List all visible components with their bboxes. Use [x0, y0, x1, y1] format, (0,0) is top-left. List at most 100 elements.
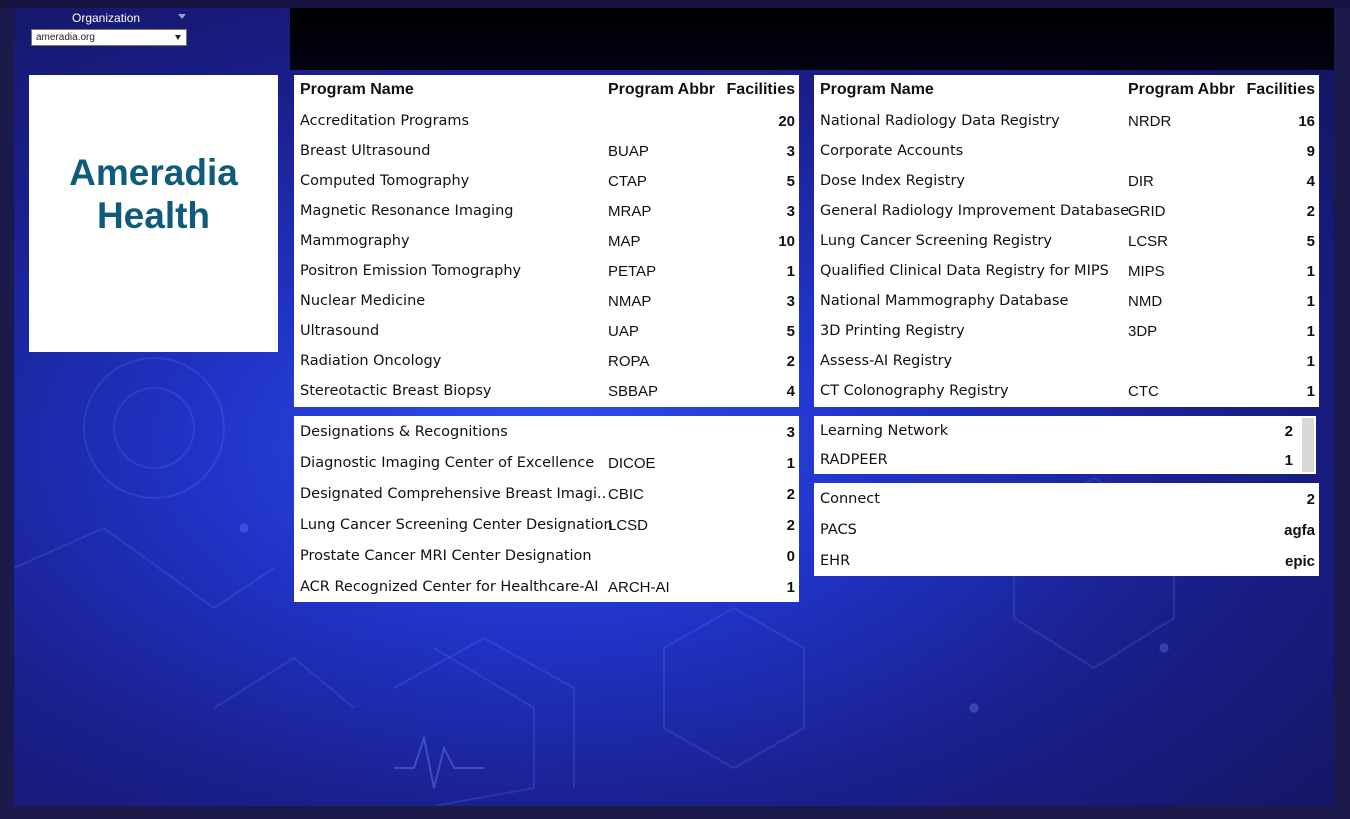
facilities-cell: 3 [786, 143, 795, 160]
facilities-cell: 0 [786, 548, 795, 565]
program-name-cell: Lung Cancer Screening Registry [820, 233, 1052, 249]
program-name-cell: Magnetic Resonance Imaging [300, 203, 514, 219]
program-name-cell: General Radiology Improvement Database [820, 203, 1130, 219]
facilities-cell: epic [1284, 553, 1315, 570]
organization-select[interactable]: ameradia.org [31, 29, 187, 46]
program-name-cell: Positron Emission Tomography [300, 263, 522, 279]
program-name-cell: National Mammography Database [820, 293, 1069, 309]
facilities-cell: agfa [1284, 522, 1315, 539]
header-facilities[interactable]: Facilities [727, 81, 795, 99]
organization-select-value: ameradia.org [36, 32, 95, 43]
facilities-cell: 3 [786, 293, 795, 310]
facilities-cell: 2 [1306, 491, 1315, 508]
program-abbr-cell: CTC [1128, 383, 1159, 400]
program-name-cell: Computed Tomography [300, 173, 470, 189]
logo-line-1: Ameradia [69, 151, 238, 193]
program-name-cell: Accreditation Programs [300, 113, 470, 129]
facilities-cell: 1 [786, 455, 795, 472]
vertical-scrollbar[interactable] [1302, 418, 1314, 472]
program-name-cell: Diagnostic Imaging Center of Excellence [300, 455, 595, 471]
facilities-cell: 1 [1306, 353, 1315, 370]
program-abbr-cell: LCSR [1128, 233, 1169, 250]
program-name-cell: Learning Network [820, 423, 949, 439]
top-frame [0, 0, 1350, 8]
facilities-cell: 4 [1306, 173, 1315, 190]
program-name-cell: Corporate Accounts [820, 143, 964, 159]
program-abbr-cell: DICOE [608, 455, 656, 472]
program-abbr-cell: MRAP [608, 203, 652, 220]
facilities-cell: 1 [1306, 263, 1315, 280]
learning-network-table: Learning Network 2 RADPEER 1 [814, 416, 1316, 474]
facilities-cell: 2 [786, 517, 795, 534]
program-name-cell: PACS [820, 522, 857, 538]
program-abbr-cell: BUAP [608, 143, 649, 160]
program-abbr-cell: CBIC [608, 486, 644, 503]
header-program-abbr[interactable]: Program Abbr [1128, 81, 1235, 99]
program-name-cell: Nuclear Medicine [300, 293, 426, 309]
facilities-cell: 1 [1284, 452, 1293, 469]
program-name-cell: Stereotactic Breast Biopsy [300, 383, 492, 399]
filter-menu-caret-icon[interactable] [178, 14, 186, 19]
registries-table: Program Name Program Abbr Facilities Nat… [814, 75, 1319, 407]
program-abbr-cell: MIPS [1128, 263, 1165, 280]
program-name-cell: Qualified Clinical Data Registry for MIP… [820, 263, 1109, 279]
header-program-name[interactable]: Program Name [300, 81, 414, 99]
header-facilities[interactable]: Facilities [1247, 81, 1315, 99]
program-abbr-cell: UAP [608, 323, 639, 340]
program-name-cell: Mammography [300, 233, 410, 249]
designations-table: Designations & Recognitions 3 Diagnostic I… [294, 416, 799, 602]
facilities-cell: 2 [786, 353, 795, 370]
program-name-cell: 3D Printing Registry [820, 323, 965, 339]
logo-line-2: Health [96, 194, 211, 236]
facilities-cell: 2 [1284, 423, 1293, 440]
facilities-cell: 1 [1306, 323, 1315, 340]
facilities-cell: 5 [786, 323, 795, 340]
program-abbr-cell: SBBAP [608, 383, 659, 400]
program-abbr-cell: ROPA [608, 353, 650, 370]
program-name-cell: Connect [820, 491, 880, 507]
facilities-cell: 5 [786, 173, 795, 190]
facilities-cell: 9 [1306, 143, 1315, 160]
organization-filter-title: Organization [72, 11, 141, 25]
program-name-cell: Lung Cancer Screening Center Designation [300, 517, 613, 533]
program-abbr-cell: LCSD [608, 517, 649, 534]
facilities-cell: 10 [778, 233, 795, 250]
program-name-cell: ACR Recognized Center for Healthcare-AI [300, 579, 599, 595]
program-abbr-cell: CTAP [608, 173, 647, 190]
facilities-cell: 4 [786, 383, 795, 400]
program-abbr-cell: PETAP [608, 263, 657, 280]
program-abbr-cell: 3DP [1128, 323, 1158, 340]
dropdown-arrow-icon[interactable] [175, 35, 181, 40]
program-name-cell: Designations & Recognitions [300, 424, 508, 440]
facilities-cell: 3 [786, 203, 795, 220]
program-name-cell: Designated Comprehensive Breast Imagi.. [300, 486, 607, 502]
program-abbr-cell: GRID [1128, 203, 1166, 220]
program-abbr-cell: NMAP [608, 293, 652, 310]
organization-logo-card: Ameradia Health [29, 75, 278, 352]
header-program-abbr[interactable]: Program Abbr [608, 81, 715, 99]
header-program-name[interactable]: Program Name [820, 81, 934, 99]
facilities-cell: 1 [1306, 383, 1315, 400]
accreditation-programs-table: Program Name Program Abbr Facilities Acc… [294, 75, 799, 407]
program-name-cell: Prostate Cancer MRI Center Designation [300, 548, 592, 564]
program-abbr-cell: NMD [1128, 293, 1163, 310]
facilities-cell: 3 [786, 424, 795, 441]
facilities-cell: 1 [786, 579, 795, 596]
facilities-cell: 1 [786, 263, 795, 280]
organization-logo: Ameradia Health [69, 151, 238, 237]
facilities-cell: 5 [1306, 233, 1315, 250]
program-name-cell: Assess-AI Registry [820, 353, 953, 369]
dashboard: { "filter": { "title": "Organization", "… [0, 0, 1350, 819]
facilities-cell: 20 [778, 113, 795, 130]
program-name-cell: Radiation Oncology [300, 353, 442, 369]
program-name-cell: Dose Index Registry [820, 173, 966, 189]
facilities-cell: 16 [1298, 113, 1315, 130]
program-name-cell: Breast Ultrasound [300, 143, 431, 159]
facilities-cell: 2 [786, 486, 795, 503]
facilities-cell: 2 [1306, 203, 1315, 220]
facilities-cell: 1 [1306, 293, 1315, 310]
program-name-cell: RADPEER [820, 452, 888, 468]
program-name-cell: EHR [820, 553, 851, 569]
program-name-cell: National Radiology Data Registry [820, 113, 1060, 129]
program-abbr-cell: ARCH-AI [608, 579, 670, 596]
